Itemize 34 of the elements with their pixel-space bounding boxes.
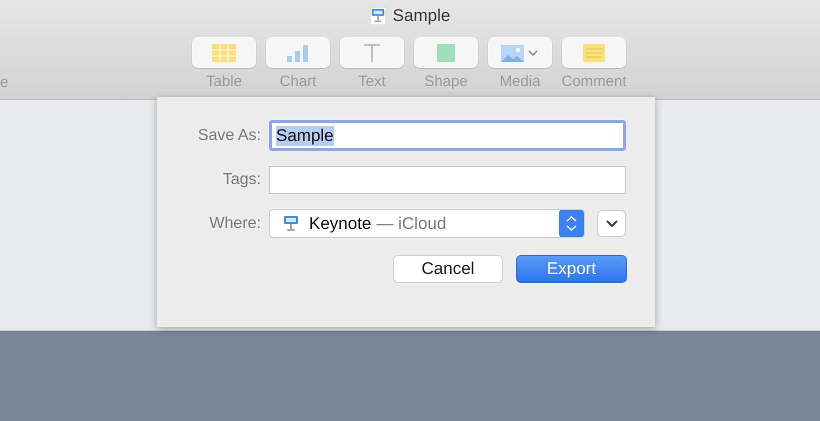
window-title: Sample <box>392 6 450 26</box>
toolbar-button[interactable] <box>488 37 552 68</box>
field-label: Where: <box>208 214 261 232</box>
toolbar-label: Text <box>358 73 386 90</box>
expand-button[interactable] <box>597 210 626 237</box>
location-text: Keynote <box>309 214 372 234</box>
bar-chart-icon <box>287 44 309 62</box>
toolbar-label: Chart <box>280 73 316 90</box>
toolbar-label: e <box>0 74 8 91</box>
toolbar-button[interactable] <box>266 37 330 68</box>
field-label: Save As: <box>196 126 261 144</box>
stepper-icon <box>559 210 584 237</box>
location-dropdown[interactable]: Keynote — iCloud <box>269 209 585 238</box>
image-icon <box>501 44 539 62</box>
toolbar-label: Shape <box>424 73 468 90</box>
toolbar-button[interactable] <box>192 37 256 68</box>
text-icon <box>363 44 381 62</box>
presentation-icon <box>283 215 299 232</box>
square-icon <box>437 44 455 62</box>
input-field[interactable]: Sample <box>269 120 626 151</box>
field-label: Tags: <box>222 170 261 188</box>
toolbar-label: Comment <box>561 73 627 90</box>
toolbar-button[interactable] <box>562 37 626 68</box>
toolbar-label: Table <box>206 73 242 90</box>
table-icon <box>212 44 236 62</box>
toolbar-button[interactable] <box>414 37 478 68</box>
cancel-button[interactable]: Cancel <box>393 255 503 283</box>
chevron-down-icon <box>606 220 618 228</box>
note-icon <box>583 44 605 62</box>
service-text: — iCloud <box>376 214 448 234</box>
toolbar-button[interactable] <box>340 37 404 68</box>
toolbar-label: Media <box>500 73 540 90</box>
document-icon <box>370 7 386 25</box>
tags-field[interactable] <box>269 166 626 194</box>
